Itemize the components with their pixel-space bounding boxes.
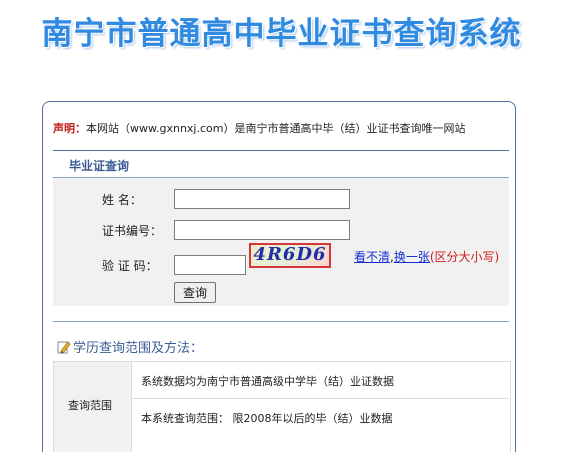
captcha-label: 验 证 码： xyxy=(102,259,158,273)
scope-row: 系统数据均为南宁市普通高级中学毕（结）业证数据 xyxy=(132,362,509,399)
captcha-unclear-link[interactable]: 看不清 xyxy=(354,250,390,264)
name-label: 姓 名： xyxy=(102,193,142,207)
cert-number-input[interactable] xyxy=(174,220,350,240)
name-input[interactable] xyxy=(174,189,350,209)
cert-number-label: 证书编号： xyxy=(102,224,163,238)
case-sensitive-hint: (区分大小写) xyxy=(429,250,500,264)
scope-label: 查询范围 xyxy=(68,399,112,412)
notice-text: 本网站（www.gxnnxj.com）是南宁市普通高中毕（结）业证书查询唯一网站 xyxy=(86,122,466,135)
captcha-refresh: 看不清,换一张(区分大小写) xyxy=(354,248,499,265)
captcha-input[interactable] xyxy=(174,255,246,275)
site-title: 南宁市普通高中毕业证书查询系统 xyxy=(41,16,522,52)
query-section-header: 毕业证查询 xyxy=(53,150,509,178)
scope-heading: 学历查询范围及方法： xyxy=(57,337,203,358)
scope-label-cell: 查询范围 xyxy=(54,362,132,452)
section-divider xyxy=(53,321,509,322)
query-button[interactable]: 查询 xyxy=(174,282,216,303)
pencil-icon xyxy=(57,340,71,358)
scope-heading-text: 学历查询范围及方法： xyxy=(73,341,204,356)
site-notice: 声明：本网站（www.gxnnxj.com）是南宁市普通高中毕（结）业证书查询唯… xyxy=(53,120,465,136)
scope-row: 本系统查询范围： 限2008年以后的毕（结）业数据 xyxy=(132,399,509,435)
query-section-title: 毕业证查询 xyxy=(69,159,130,173)
scope-row-text: 本系统查询范围： 限2008年以后的毕（结）业数据 xyxy=(141,412,393,425)
captcha-image[interactable]: 4R6D6 xyxy=(249,243,331,268)
notice-label: 声明： xyxy=(53,122,86,135)
query-form: 姓 名： 证书编号： 验 证 码： 4R6D6 看不清,换一张(区分大小写) 查… xyxy=(53,178,509,306)
captcha-change-link[interactable]: 换一张 xyxy=(394,250,430,264)
scope-row-text: 系统数据均为南宁市普通高级中学毕（结）业证数据 xyxy=(141,375,394,388)
scope-table: 查询范围 系统数据均为南宁市普通高级中学毕（结）业证数据 本系统查询范围： 限2… xyxy=(53,361,511,452)
query-panel: 声明：本网站（www.gxnnxj.com）是南宁市普通高中毕（结）业证书查询唯… xyxy=(42,101,516,452)
